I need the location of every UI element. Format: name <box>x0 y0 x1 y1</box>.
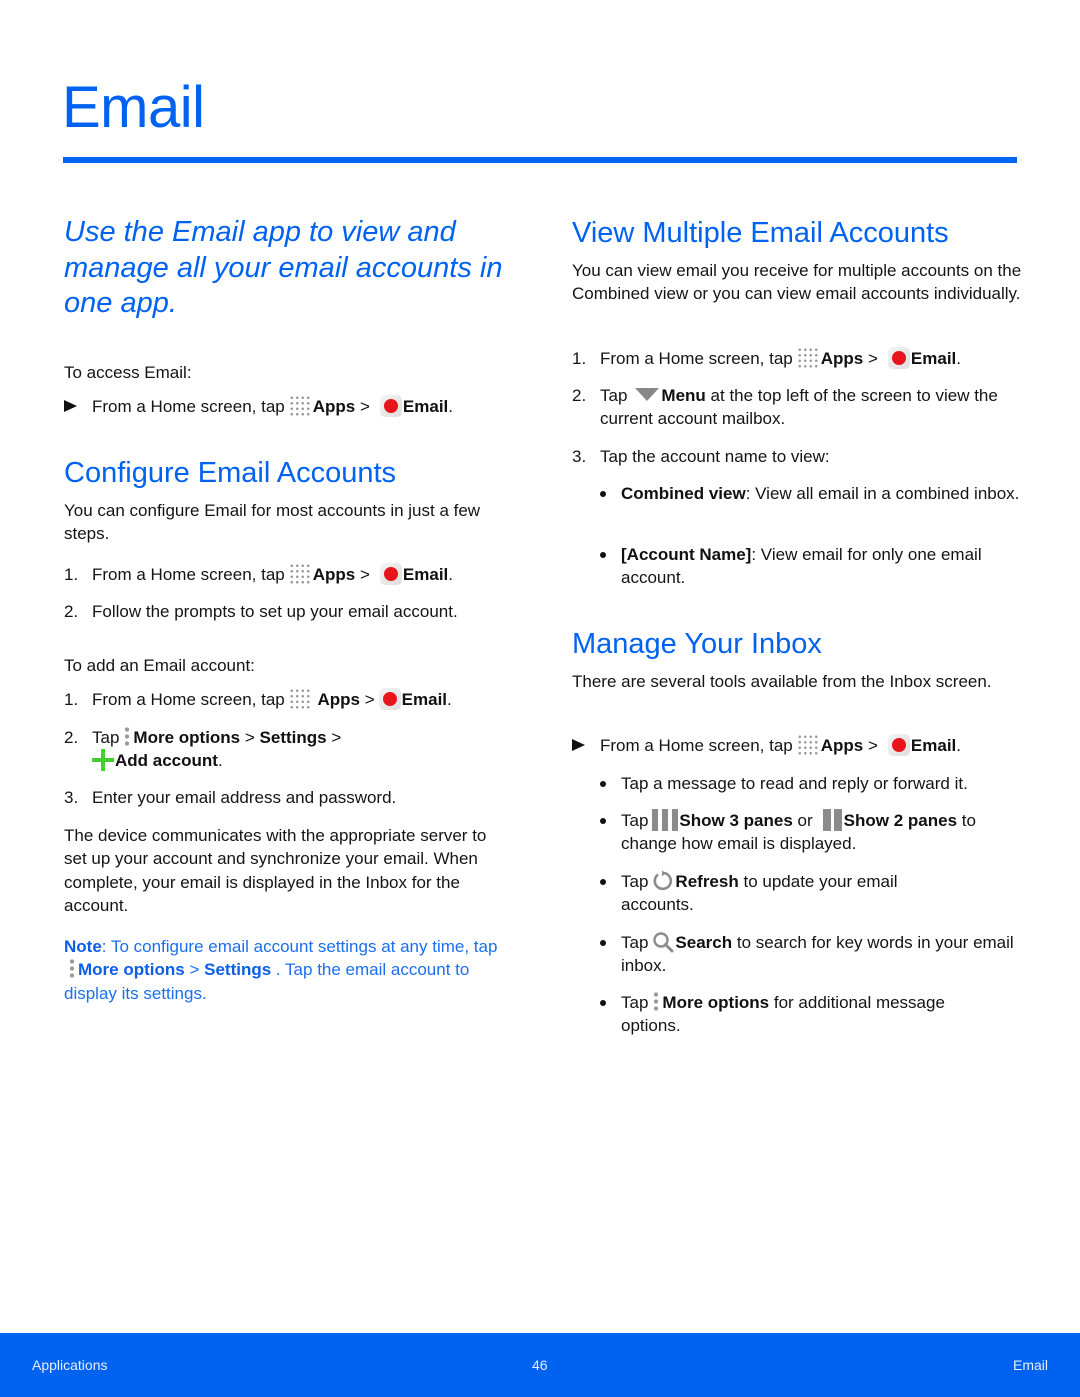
email-app-icon <box>379 562 402 585</box>
device-paragraph: The device communicates with the appropr… <box>64 826 487 915</box>
apps-grid-icon <box>288 687 311 710</box>
page-title: Email <box>62 75 205 140</box>
add-account-step-2: 2. Tap More options > Settings > Add accou… <box>64 725 524 774</box>
page-footer: Applications 46 Email <box>0 1333 1080 1397</box>
view-multiple-body: You can view email you receive for multi… <box>572 261 1022 304</box>
footer-page-number: 46 <box>532 1357 548 1373</box>
email-app-icon <box>887 346 910 369</box>
manage-inbox-body: There are several tools available from t… <box>572 672 992 691</box>
email-app-icon <box>379 394 402 417</box>
note-label: Note <box>64 937 102 956</box>
add-account-label: To add an Email account: <box>64 656 255 675</box>
show-2-panes-icon <box>822 808 843 831</box>
email-app-icon <box>887 733 910 756</box>
access-label: To access Email: <box>64 363 192 382</box>
intro-text: Use the Email app to view and manage all… <box>64 216 503 319</box>
arrow-bullet-icon <box>572 739 585 751</box>
configure-heading: Configure Email Accounts <box>64 457 397 489</box>
add-plus-icon <box>92 748 114 771</box>
email-app-icon <box>378 687 401 710</box>
more-options-icon <box>68 957 76 980</box>
apps-grid-icon <box>288 562 311 585</box>
apps-grid-icon <box>288 394 311 417</box>
note: Note: To configure email account setting… <box>64 937 498 1003</box>
email-label: Email <box>402 397 449 416</box>
search-icon <box>652 931 674 953</box>
apps-grid-icon <box>796 733 819 756</box>
title-divider <box>63 157 1017 163</box>
apps-grid-icon <box>796 346 819 369</box>
view-multiple-heading: View Multiple Email Accounts <box>572 217 949 249</box>
menu-dropdown-icon <box>635 388 660 402</box>
more-options-icon <box>123 725 132 748</box>
configure-body: You can configure Email for most account… <box>64 501 481 544</box>
show-3-panes-icon <box>652 808 679 831</box>
manage-inbox-heading: Manage Your Inbox <box>572 628 822 660</box>
footer-chapter: Email <box>1012 1357 1048 1373</box>
more-options-icon <box>652 990 661 1013</box>
apps-label: Apps <box>312 397 356 416</box>
refresh-icon <box>652 870 674 892</box>
footer-section: Applications <box>32 1357 108 1373</box>
arrow-bullet-icon <box>64 400 77 412</box>
